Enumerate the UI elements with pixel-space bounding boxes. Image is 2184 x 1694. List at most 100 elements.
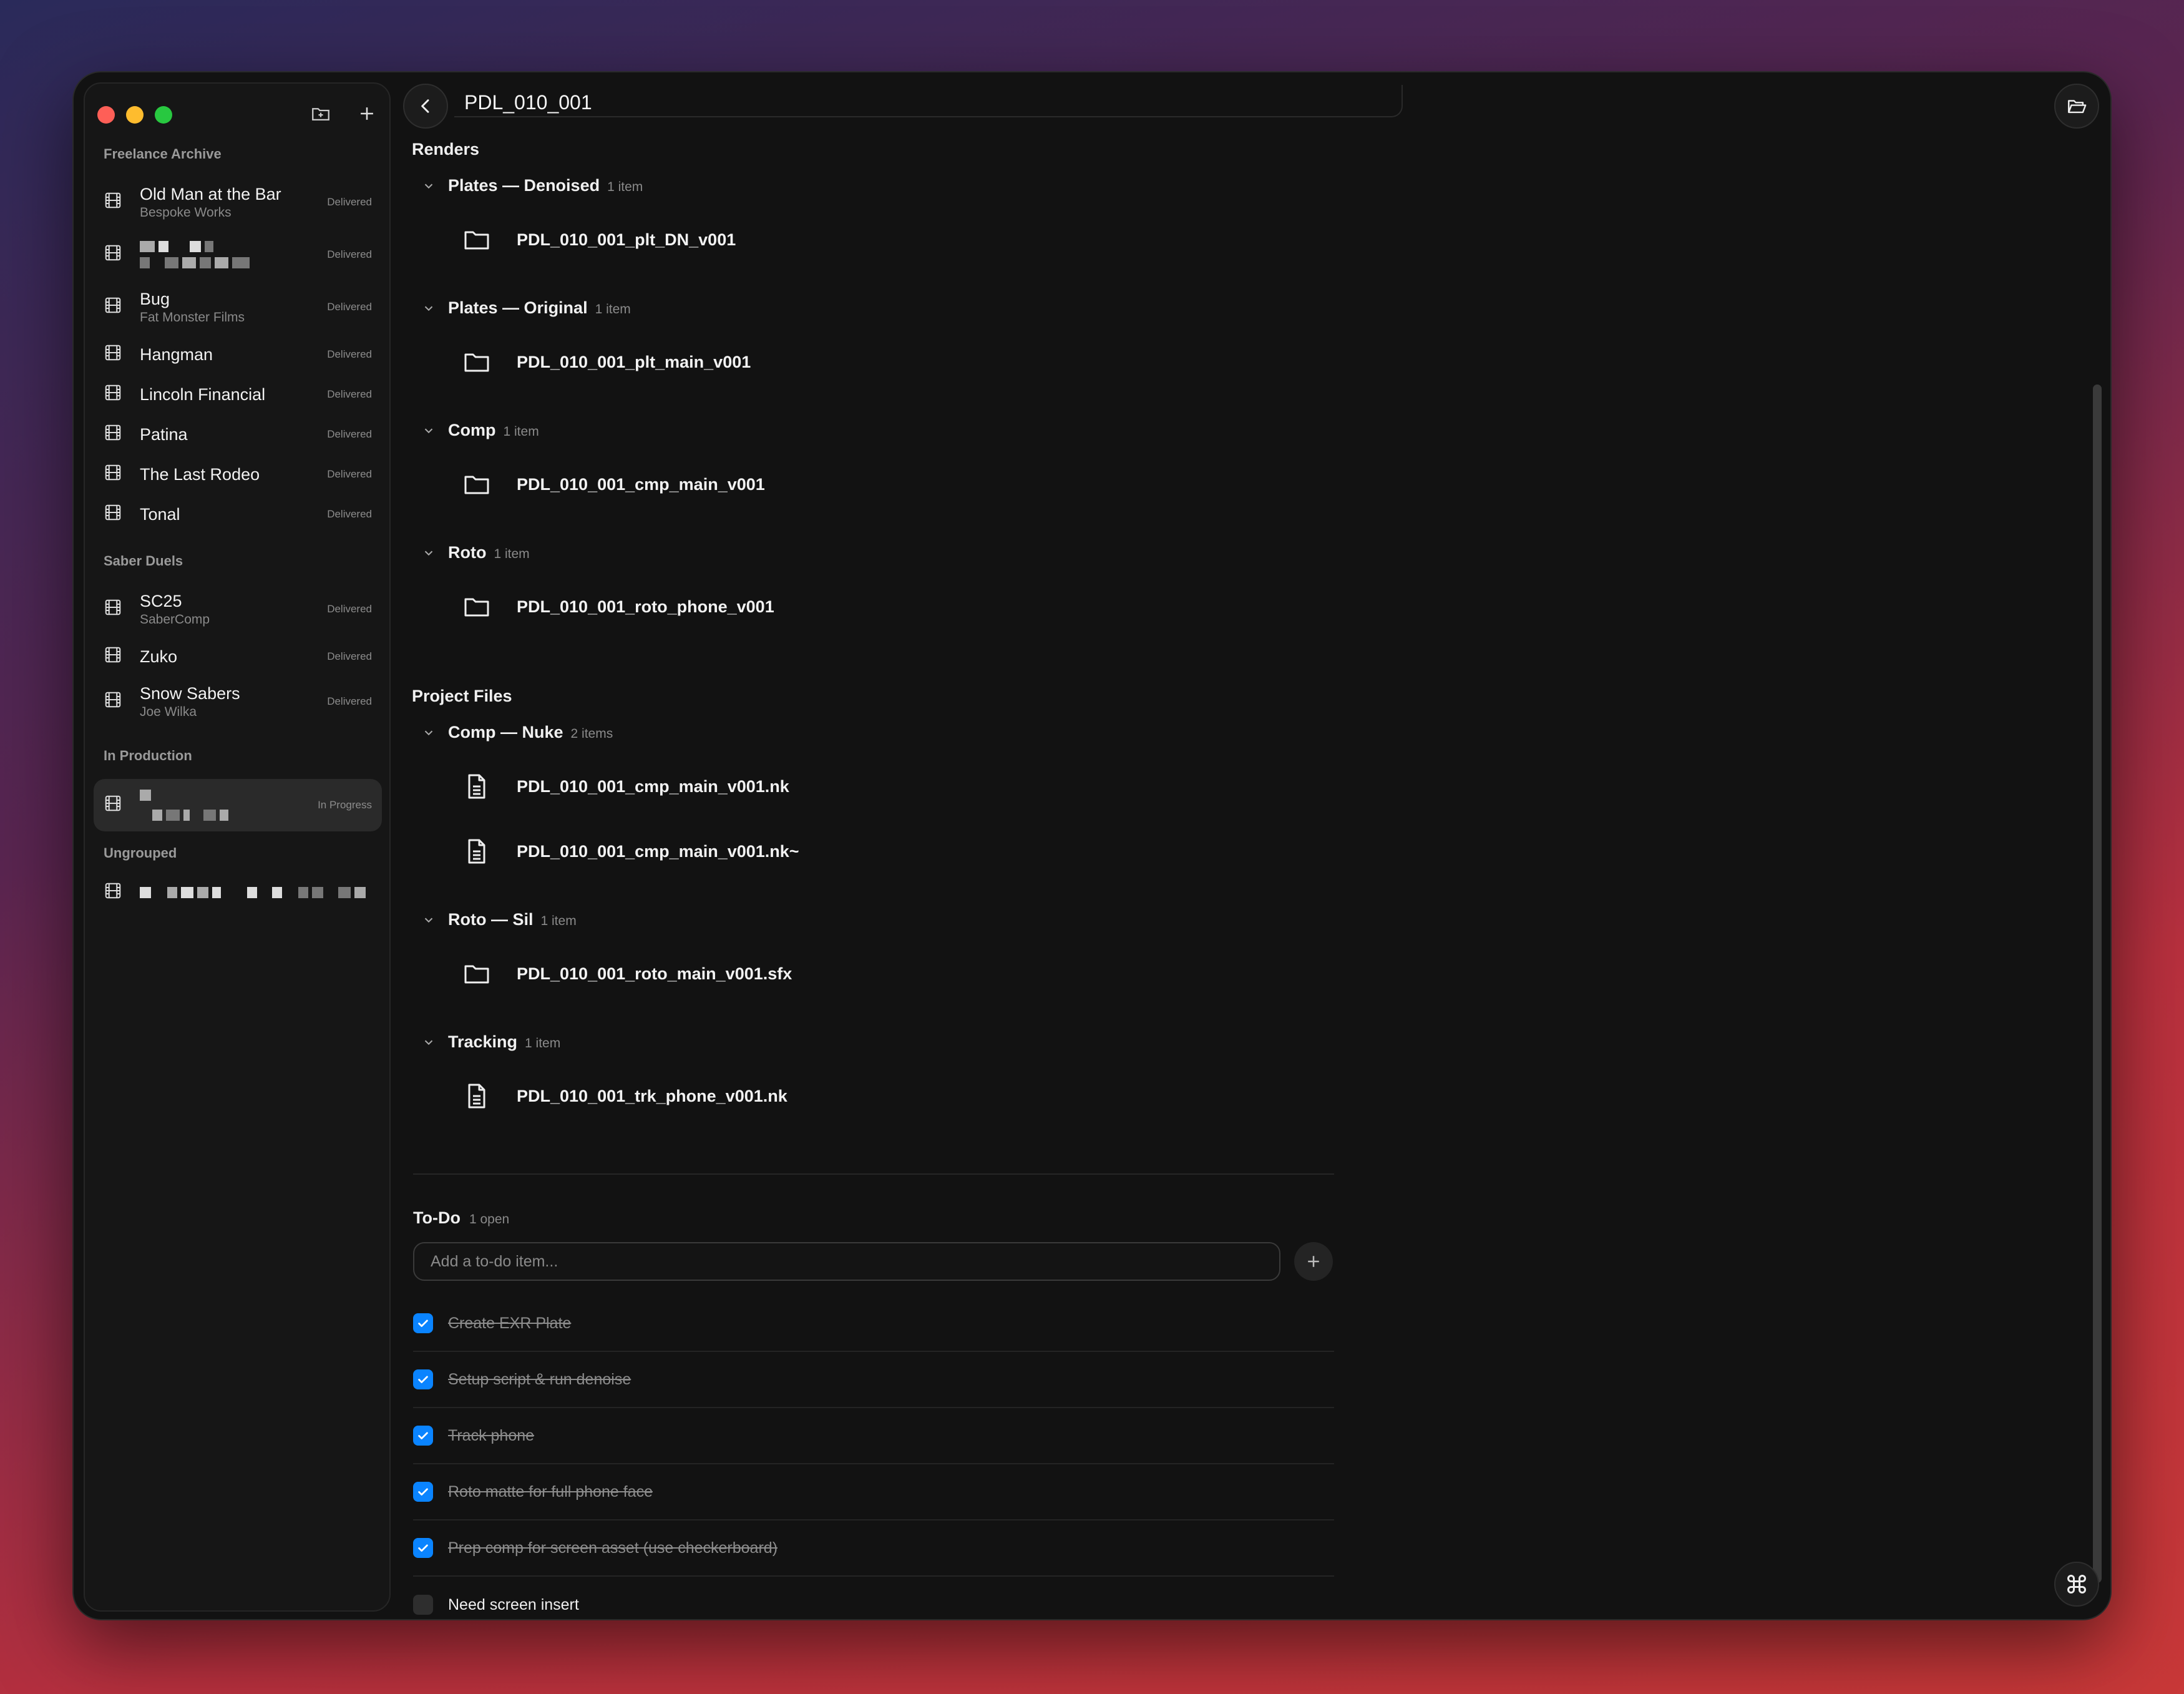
file-name: PDL_010_001_roto_main_v001.sfx (517, 964, 792, 983)
film-icon (104, 343, 126, 366)
group-header-tracking[interactable]: Tracking 1 item (422, 1032, 560, 1052)
film-icon (104, 296, 126, 318)
group-label-saber-duels: Saber Duels (104, 553, 183, 569)
film-icon (104, 243, 126, 266)
group-count: 1 item (607, 180, 643, 194)
todo-checkbox-checked[interactable] (413, 1313, 433, 1333)
folder-icon (464, 476, 489, 494)
folder-icon (464, 965, 489, 984)
file-row[interactable]: PDL_010_001_plt_DN_v001 (462, 225, 736, 255)
todo-item[interactable]: Prep comp for screen asset (use checkerb… (413, 1520, 1334, 1577)
file-row[interactable]: PDL_010_001_roto_phone_v001 (462, 592, 774, 622)
sidebar-item-the-last-rodeo[interactable]: The Last Rodeo Delivered (94, 454, 382, 494)
todo-checkbox-checked[interactable] (413, 1426, 433, 1446)
file-name: PDL_010_001_trk_phone_v001.nk (517, 1086, 787, 1105)
redacted-title (140, 790, 318, 801)
todo-item[interactable]: Need screen insert (413, 1577, 1334, 1619)
todo-checkbox-unchecked[interactable] (413, 1595, 433, 1615)
sidebar-item-sc25[interactable]: SC25 SaberComp Delivered (94, 589, 382, 629)
group-header-roto-sil[interactable]: Roto — Sil 1 item (422, 910, 577, 929)
group-header-plates-denoised[interactable]: Plates — Denoised 1 item (422, 176, 643, 195)
sidebar-item-hangman[interactable]: Hangman Delivered (94, 335, 382, 375)
todo-checkbox-checked[interactable] (413, 1538, 433, 1558)
todo-checkbox-checked[interactable] (413, 1482, 433, 1502)
todo-header: To-Do 1 open (413, 1208, 509, 1228)
todo-text: Roto matte for full phone face (448, 1482, 653, 1501)
sidebar-item-tonal[interactable]: Tonal Delivered (94, 494, 382, 534)
file-row[interactable]: PDL_010_001_cmp_main_v001.nk~ (462, 836, 799, 866)
group-header-comp-nuke[interactable]: Comp — Nuke 2 items (422, 723, 613, 742)
status-badge: Delivered (327, 650, 372, 662)
command-button[interactable] (2054, 1562, 2099, 1607)
window-controls (97, 106, 172, 124)
page-title: PDL_010_001 (464, 91, 592, 114)
todo-title: To-Do (413, 1208, 461, 1227)
close-window-button[interactable] (97, 106, 115, 124)
folder-icon (464, 598, 489, 617)
file-row[interactable]: PDL_010_001_plt_main_v001 (462, 347, 751, 377)
status-badge: Delivered (327, 428, 372, 440)
file-name: PDL_010_001_plt_DN_v001 (517, 230, 736, 249)
open-folder-button[interactable] (2054, 84, 2099, 129)
group-label-ungrouped: Ungrouped (104, 845, 177, 861)
sidebar-item-title: Lincoln Financial (140, 384, 266, 404)
film-icon (104, 690, 126, 713)
status-badge: Delivered (327, 196, 372, 208)
file-row[interactable]: PDL_010_001_roto_main_v001.sfx (462, 959, 792, 989)
group-header-comp[interactable]: Comp 1 item (422, 421, 539, 440)
group-header-plates-original[interactable]: Plates — Original 1 item (422, 298, 631, 318)
todo-item[interactable]: Track phone (413, 1408, 1334, 1464)
section-divider (413, 1173, 1334, 1175)
file-row[interactable]: PDL_010_001_cmp_main_v001 (462, 469, 765, 499)
add-todo-button[interactable] (1294, 1242, 1333, 1281)
back-button[interactable] (403, 84, 448, 129)
todo-item[interactable]: Create EXR Plate (413, 1296, 1334, 1352)
sidebar-item-active-project[interactable]: In Progress (94, 779, 382, 831)
group-label-freelance-archive: Freelance Archive (104, 146, 222, 162)
group-count: 1 item (494, 547, 530, 561)
group-header-roto[interactable]: Roto 1 item (422, 543, 530, 562)
todo-item[interactable]: Setup script & run denoise (413, 1352, 1334, 1408)
plus-icon (361, 107, 373, 120)
film-icon (104, 503, 126, 526)
chevron-down-icon (424, 1040, 433, 1045)
redacted-subtitle (140, 257, 327, 268)
file-row[interactable]: PDL_010_001_cmp_main_v001.nk (462, 771, 789, 801)
file-row[interactable]: PDL_010_001_trk_phone_v001.nk (462, 1081, 787, 1111)
file-name: PDL_010_001_cmp_main_v001.nk (517, 776, 789, 796)
sidebar-item-old-man-at-the-bar[interactable]: Old Man at the Bar Bespoke Works Delivere… (94, 182, 382, 222)
group-name: Roto — Sil (448, 910, 534, 929)
group-count: 1 item (540, 914, 577, 928)
file-name: PDL_010_001_cmp_main_v001 (517, 474, 765, 494)
sidebar-item-snow-sabers[interactable]: Snow Sabers Joe Wilka Delivered (94, 682, 382, 722)
group-name: Plates — Denoised (448, 176, 600, 195)
sidebar-item-title: Hangman (140, 345, 213, 364)
header-bar (454, 85, 1403, 117)
group-name: Comp — Nuke (448, 723, 563, 742)
checkmark-icon (418, 1319, 428, 1327)
sidebar-item-zuko[interactable]: Zuko Delivered (94, 637, 382, 677)
new-group-button[interactable] (310, 102, 332, 125)
film-icon (104, 794, 126, 816)
todo-checkbox-checked[interactable] (413, 1369, 433, 1389)
sidebar-item-lincoln-financial[interactable]: Lincoln Financial Delivered (94, 375, 382, 414)
sidebar-item-title: The Last Rodeo (140, 464, 260, 484)
zoom-window-button[interactable] (155, 106, 172, 124)
todo-item[interactable]: Roto matte for full phone face (413, 1464, 1334, 1520)
file-name: PDL_010_001_roto_phone_v001 (517, 597, 774, 616)
group-name: Roto (448, 543, 487, 562)
command-icon (2067, 1575, 2086, 1594)
scrollbar[interactable] (2093, 384, 2102, 1583)
folder-open-icon (2068, 100, 2087, 114)
new-project-button[interactable] (356, 102, 378, 125)
document-icon (468, 1084, 485, 1109)
todo-text: Need screen insert (448, 1595, 579, 1613)
todo-input[interactable] (413, 1242, 1280, 1281)
sidebar-item-redacted[interactable]: Delivered (94, 235, 382, 275)
chevron-down-icon (424, 306, 433, 311)
sidebar-item-bug[interactable]: Bug Fat Monster Films Delivered (94, 287, 382, 327)
status-badge: Delivered (327, 695, 372, 707)
minimize-window-button[interactable] (126, 106, 144, 124)
sidebar-item-ungrouped-redacted[interactable] (94, 873, 382, 913)
sidebar-item-patina[interactable]: Patina Delivered (94, 414, 382, 454)
